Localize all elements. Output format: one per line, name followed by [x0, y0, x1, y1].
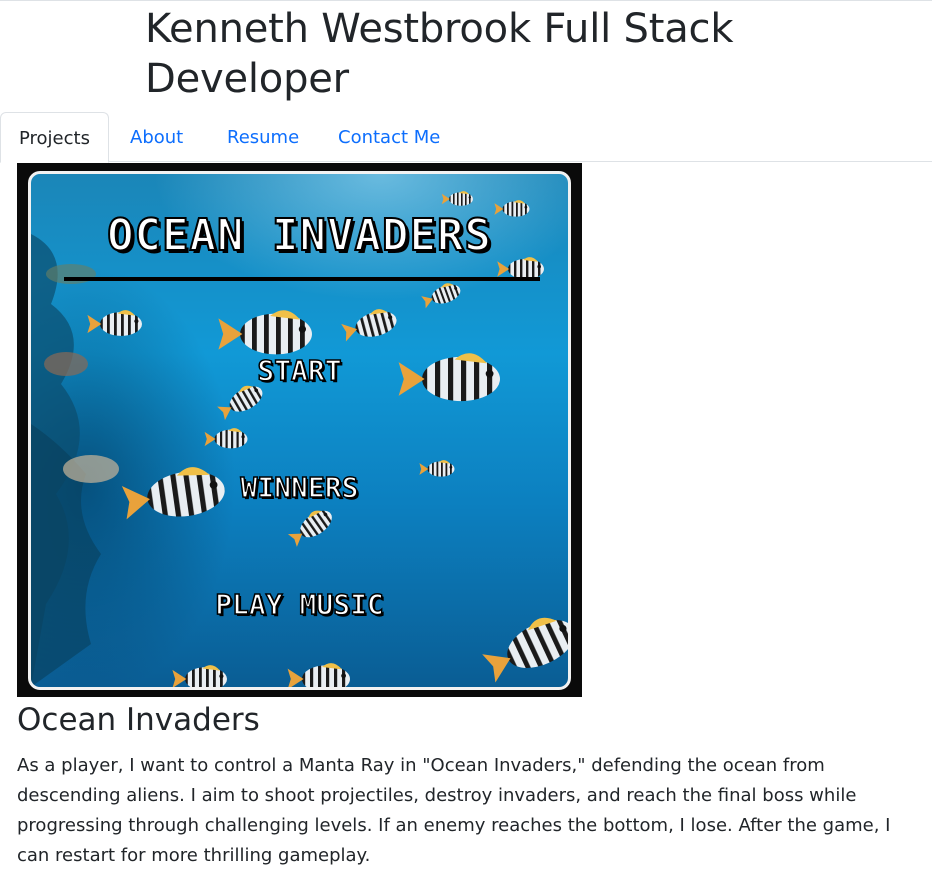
start-button: START — [257, 353, 343, 388]
project-description: As a player, I want to control a Manta R… — [17, 755, 891, 866]
game-screen: OCEAN INVADERS START WINNERS PLAY MUSIC — [28, 171, 571, 690]
play-music-button: PLAY MUSIC — [214, 587, 384, 622]
top-border — [0, 0, 932, 1]
project-title: Ocean Invaders — [17, 702, 260, 738]
game-title: OCEAN INVADERS — [106, 209, 492, 262]
tab-contact-me[interactable]: Contact Me — [338, 112, 440, 163]
tab-projects[interactable]: Projects — [0, 112, 109, 163]
tab-about[interactable]: About — [130, 112, 183, 163]
site-title: Kenneth Westbrook Full Stack Developer — [145, 6, 734, 102]
game-title-underline — [64, 277, 540, 281]
winners-button: WINNERS — [240, 470, 360, 505]
project-screenshot[interactable]: OCEAN INVADERS START WINNERS PLAY MUSIC — [17, 163, 582, 697]
nav-tabs: Projects About Resume Contact Me — [0, 112, 932, 163]
tab-resume[interactable]: Resume — [227, 112, 299, 163]
